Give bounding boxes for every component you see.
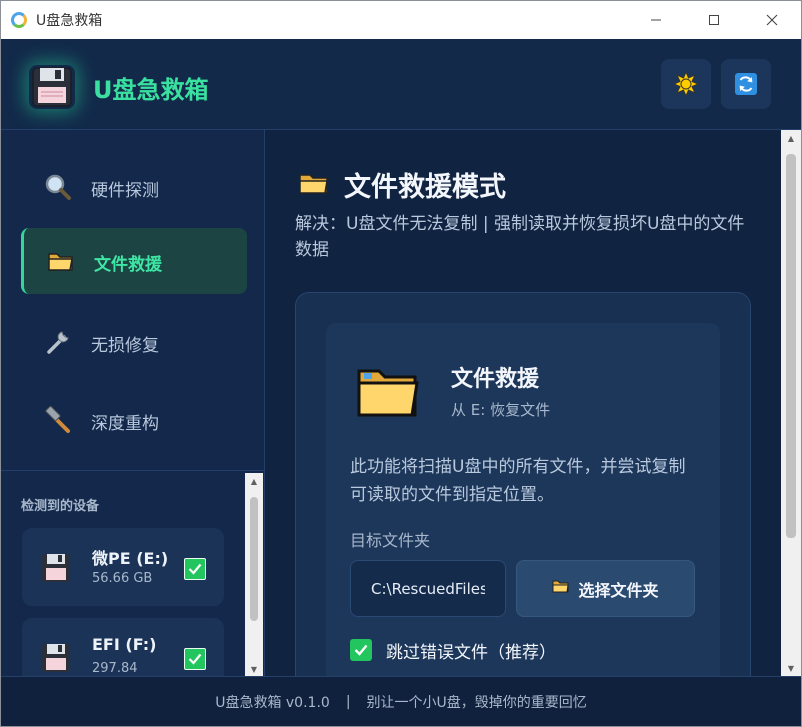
title-bar: U盘急救箱: [1, 1, 801, 39]
card-subtitle: 从 E: 恢复文件: [451, 401, 551, 419]
slogan-text: 别让一个小U盘，毁掉你的重要回忆: [366, 694, 587, 711]
device-list: 检测到的设备 微PE (E:) 56.66 GB EFI (F:) 297.84…: [1, 470, 265, 676]
floppy-logo-icon: [29, 65, 75, 109]
close-icon: [766, 14, 778, 26]
sun-icon: [673, 71, 699, 97]
sidebar: 硬件探测 文件救援 无损修复 深度重构 检测到的设备 微PE (E:) 56.6…: [1, 130, 265, 676]
maximize-icon: [709, 15, 719, 25]
check-icon: [188, 653, 202, 665]
device-checkbox[interactable]: [184, 648, 206, 670]
app-window: U盘急救箱 U盘急救箱 硬件探测 文件救援 无损修复 深度重构 检测到的设备 微…: [0, 0, 802, 727]
theme-toggle-button[interactable]: [661, 59, 711, 109]
folder-icon: [298, 170, 330, 200]
footer-separator: |: [345, 693, 351, 710]
device-list-scrollbar[interactable]: ▲ ▼: [245, 473, 263, 676]
devices-title: 检测到的设备: [21, 499, 100, 514]
app-name: U盘急救箱: [93, 76, 209, 104]
page-description: 解决：U盘文件无法复制 | 强制读取并恢复损坏U盘中的文件数据: [295, 214, 745, 260]
refresh-button[interactable]: [721, 59, 771, 109]
scroll-up-icon[interactable]: ▲: [245, 473, 263, 489]
version-text: U盘急救箱 v0.1.0: [215, 694, 330, 711]
scroll-down-icon[interactable]: ▼: [781, 660, 801, 676]
nav-item-hardware-detect[interactable]: 硬件探测: [21, 154, 247, 220]
nav-item-file-rescue[interactable]: 文件救援: [21, 228, 247, 294]
skip-errors-checkbox[interactable]: [350, 639, 372, 661]
device-name: 微PE (E:): [92, 549, 169, 568]
main-panel: 文件救援模式 解决：U盘文件无法复制 | 强制读取并恢复损坏U盘中的文件数据 文…: [266, 130, 781, 676]
scroll-thumb[interactable]: [250, 497, 258, 621]
folder-icon: [46, 247, 76, 275]
card-title: 文件救援: [451, 367, 540, 392]
magnifier-icon: [43, 173, 73, 201]
minimize-button[interactable]: [627, 1, 685, 39]
choose-folder-label: 选择文件夹: [578, 580, 659, 600]
device-name: EFI (F:): [92, 635, 157, 654]
maximize-button[interactable]: [685, 1, 743, 39]
device-size: 56.66 GB: [92, 571, 153, 586]
nav-label: 硬件探测: [91, 181, 159, 201]
rescue-card: 文件救援 从 E: 恢复文件 此功能将扫描U盘中的所有文件，并尝试复制可读取的文…: [326, 323, 720, 676]
device-size: 297.84: [92, 661, 138, 676]
check-icon: [188, 563, 202, 575]
app-icon: [11, 12, 27, 28]
skip-errors-label: 跳过错误文件（推荐）: [386, 642, 556, 663]
nav-item-deep-rebuild[interactable]: 深度重构: [21, 387, 247, 453]
refresh-icon: [735, 73, 757, 95]
choose-folder-button[interactable]: 选择文件夹: [516, 560, 695, 617]
check-icon: [354, 644, 368, 656]
window-controls: [627, 1, 801, 39]
scroll-up-icon[interactable]: ▲: [781, 130, 801, 146]
device-card[interactable]: EFI (F:) 297.84: [22, 618, 224, 676]
nav-label: 无损修复: [91, 336, 159, 356]
window-title: U盘急救箱: [36, 13, 103, 29]
nav-label: 深度重构: [91, 414, 159, 434]
nav-label: 文件救援: [94, 255, 162, 275]
card-description: 此功能将扫描U盘中的所有文件，并尝试复制可读取的文件到指定位置。: [350, 457, 686, 505]
status-footer: U盘急救箱 v0.1.0 | 别让一个小U盘，毁掉你的重要回忆: [1, 676, 801, 726]
target-folder-input[interactable]: [350, 560, 506, 617]
skip-errors-option[interactable]: 跳过错误文件（推荐）: [350, 638, 556, 663]
device-card[interactable]: 微PE (E:) 56.66 GB: [22, 528, 224, 606]
device-checkbox[interactable]: [184, 558, 206, 580]
target-folder-label: 目标文件夹: [350, 531, 431, 550]
floppy-icon: [40, 552, 72, 588]
folder-icon: [552, 579, 570, 598]
close-button[interactable]: [743, 1, 801, 39]
scroll-thumb[interactable]: [786, 154, 796, 538]
main-scrollbar[interactable]: ▲ ▼: [781, 130, 801, 676]
page-title: 文件救援模式: [344, 172, 506, 203]
rescue-panel: 文件救援 从 E: 恢复文件 此功能将扫描U盘中的所有文件，并尝试复制可读取的文…: [295, 292, 751, 676]
wrench-icon: [43, 328, 73, 356]
scroll-down-icon[interactable]: ▼: [245, 661, 263, 676]
nav-item-lossless-repair[interactable]: 无损修复: [21, 309, 247, 375]
floppy-icon: [40, 642, 72, 676]
minimize-icon: [651, 19, 661, 21]
folder-icon: [356, 363, 422, 423]
app-header: U盘急救箱: [1, 39, 801, 130]
hammer-icon: [43, 406, 73, 434]
